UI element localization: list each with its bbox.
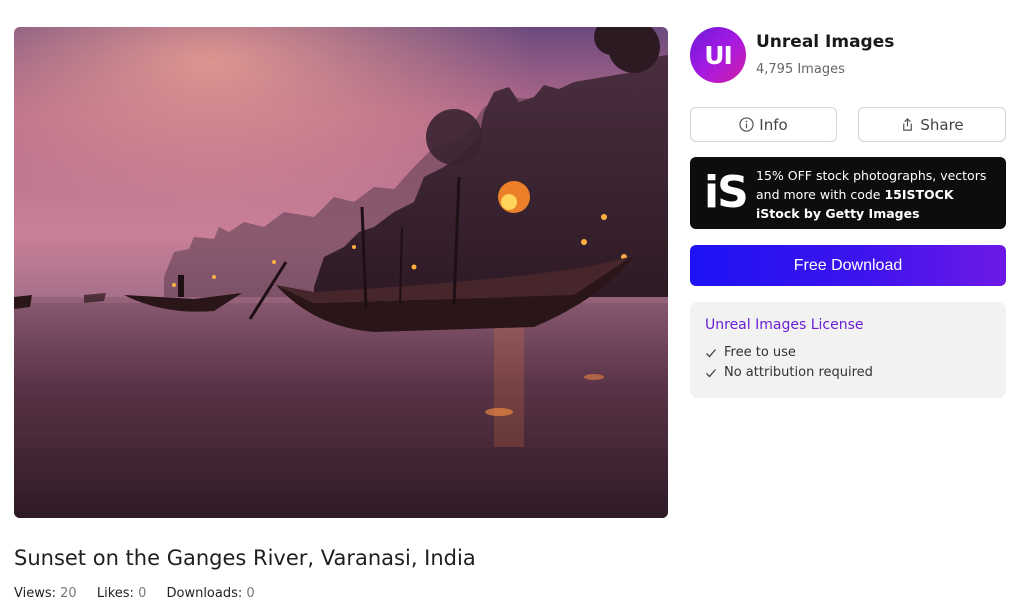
likes-label: Likes: — [96, 586, 134, 601]
info-button[interactable]: Info — [690, 107, 837, 142]
author-card[interactable]: UI Unreal Images 4,795 Images — [690, 27, 1006, 87]
check-icon — [706, 348, 716, 357]
likes-stat: Likes: 0 — [97, 586, 147, 601]
downloads-stat: Downloads: 0 — [166, 586, 254, 601]
views-value: 20 — [60, 586, 77, 601]
views-stat: Views: 20 — [14, 586, 77, 601]
image-title: Sunset on the Ganges River, Varanasi, In… — [14, 546, 476, 570]
license-title[interactable]: Unreal Images License — [705, 317, 863, 333]
author-name[interactable]: Unreal Images — [756, 32, 894, 52]
promo-text: 15% OFF stock photographs, vectors and m… — [756, 166, 1000, 223]
photo-illustration — [14, 27, 668, 518]
downloads-label: Downloads: — [166, 586, 243, 601]
main-photo[interactable] — [14, 27, 668, 518]
license-item-label: Free to use — [724, 345, 796, 360]
info-button-label: Info — [759, 115, 788, 134]
promo-code: 15ISTOCK — [884, 187, 954, 202]
views-label: Views: — [14, 586, 57, 601]
author-image-count: 4,795 Images — [756, 62, 845, 77]
promo-line-1: 15% OFF stock photographs, vectors — [756, 168, 987, 183]
image-stats: Views: 20 Likes: 0 Downloads: 0 — [14, 586, 271, 601]
avatar-initials: UI — [704, 40, 733, 70]
likes-value: 0 — [138, 586, 147, 601]
image-detail-page: Sunset on the Ganges River, Varanasi, In… — [0, 0, 1024, 614]
author-avatar[interactable]: UI — [690, 27, 746, 83]
check-icon — [706, 368, 716, 377]
license-item: No attribution required — [705, 365, 873, 380]
downloads-value: 0 — [246, 586, 255, 601]
free-download-button[interactable]: Free Download — [690, 245, 1006, 286]
promo-brand: iStock by Getty Images — [756, 206, 920, 221]
license-panel: Unreal Images License Free to use No att… — [690, 302, 1006, 398]
info-icon — [739, 117, 754, 132]
promo-line-2-prefix: and more with code — [756, 187, 885, 202]
license-item-label: No attribution required — [724, 365, 873, 380]
istock-logo: iS — [704, 167, 749, 218]
license-item: Free to use — [705, 345, 796, 360]
share-icon — [903, 118, 913, 131]
istock-promo-banner[interactable]: iS 15% OFF stock photographs, vectors an… — [690, 157, 1006, 229]
share-button-label: Share — [920, 115, 964, 134]
share-button[interactable]: Share — [858, 107, 1006, 142]
